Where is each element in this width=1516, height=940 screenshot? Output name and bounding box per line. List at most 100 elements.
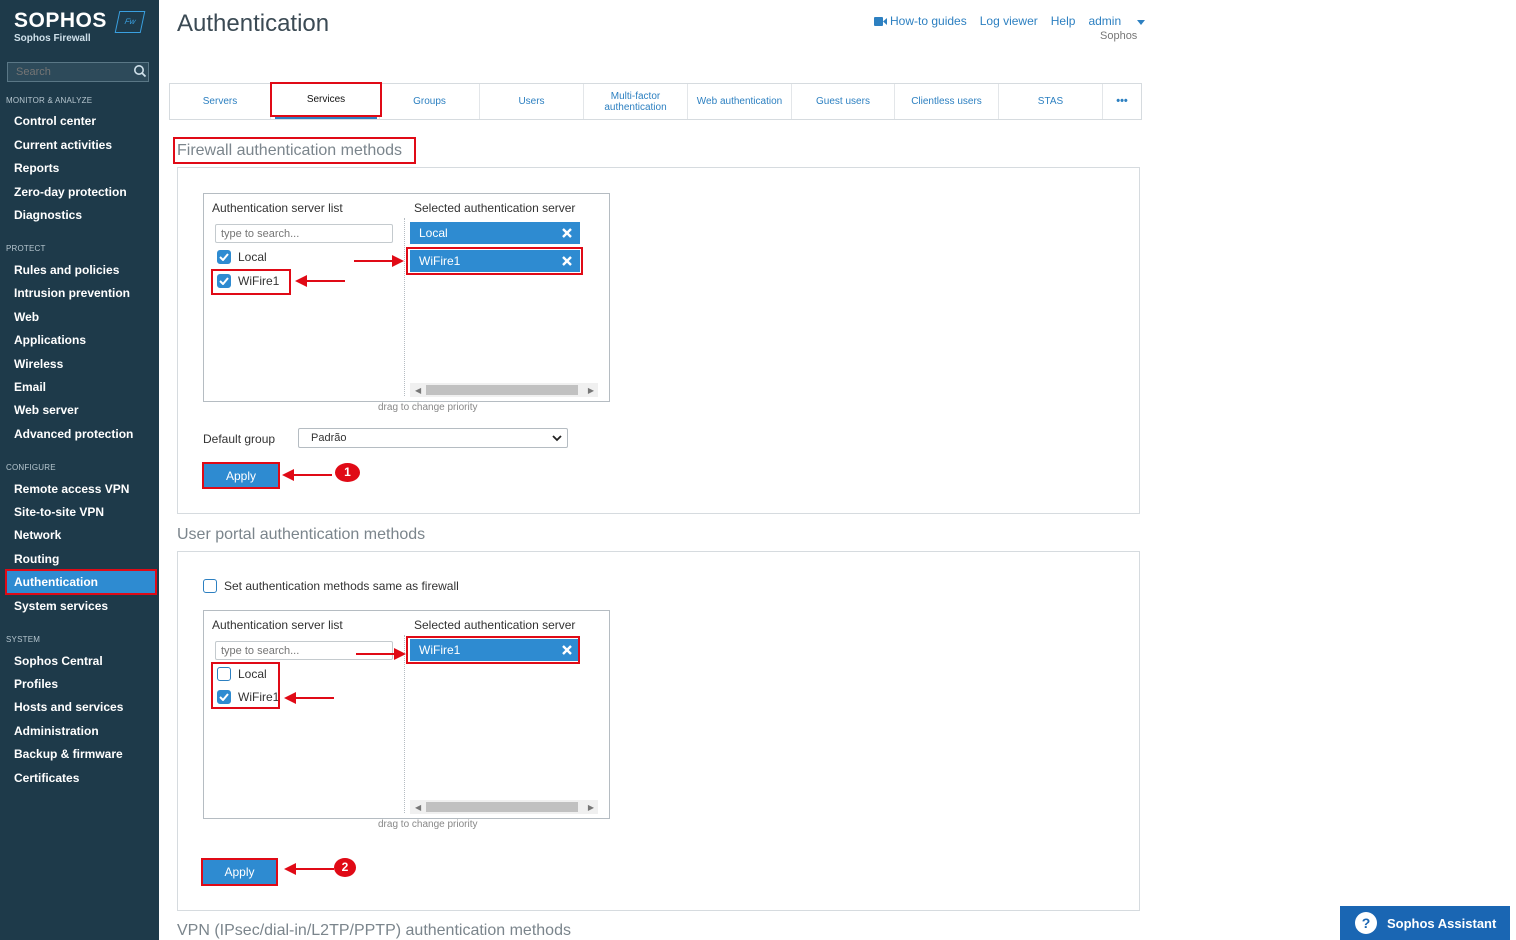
firewall-selected-wifire1-highlight bbox=[406, 247, 583, 275]
nav-item-remote-access-vpn[interactable]: Remote access VPN bbox=[14, 482, 129, 496]
nav-item-site-to-site-vpn[interactable]: Site-to-site VPN bbox=[14, 505, 104, 519]
annotation-arrow-right-icon bbox=[356, 648, 406, 660]
userportal-list-divider bbox=[404, 635, 405, 813]
default-group-label: Default group bbox=[203, 432, 276, 446]
firewall-server-local-label: Local bbox=[238, 250, 267, 264]
nav-section-system: SYSTEM bbox=[6, 635, 41, 644]
nav-item-wireless[interactable]: Wireless bbox=[14, 357, 63, 371]
firewall-wifire1-highlight bbox=[211, 269, 291, 295]
tab-more[interactable]: ••• bbox=[1103, 84, 1141, 119]
tab-stas[interactable]: STAS bbox=[999, 84, 1103, 119]
firewall-server-search-input[interactable] bbox=[215, 224, 393, 243]
scrollbar-thumb[interactable] bbox=[426, 802, 578, 812]
userportal-selected-title: Selected authentication server bbox=[414, 618, 576, 632]
userportal-servers-highlight bbox=[211, 662, 280, 709]
video-camera-icon bbox=[874, 17, 887, 26]
tab-servers[interactable]: Servers bbox=[170, 84, 271, 119]
nav-item-control-center[interactable]: Control center bbox=[14, 114, 96, 128]
nav-item-current-activities[interactable]: Current activities bbox=[14, 138, 112, 152]
nav-item-applications[interactable]: Applications bbox=[14, 333, 86, 347]
same-as-firewall-label: Set authentication methods same as firew… bbox=[224, 579, 459, 593]
nav-item-intrusion-prevention[interactable]: Intrusion prevention bbox=[14, 286, 130, 300]
tab-services-label[interactable]: Services bbox=[272, 84, 380, 115]
page-title: Authentication bbox=[177, 10, 330, 37]
nav-section-configure: CONFIGURE bbox=[6, 463, 56, 472]
firewall-server-list-title: Authentication server list bbox=[212, 201, 343, 215]
nav-item-rules-and-policies[interactable]: Rules and policies bbox=[14, 263, 119, 277]
fw-badge-icon: Fw bbox=[114, 11, 146, 33]
help-bubble-icon: ? bbox=[1355, 912, 1377, 934]
admin-menu-label: admin bbox=[1088, 14, 1122, 28]
userportal-selected-highlight bbox=[406, 636, 580, 664]
firewall-title-highlight bbox=[173, 137, 416, 164]
firewall-server-local[interactable]: Local bbox=[217, 250, 267, 264]
nav-item-email[interactable]: Email bbox=[14, 380, 46, 394]
nav-item-zero-day-protection[interactable]: Zero-day protection bbox=[14, 185, 127, 199]
admin-org: Sophos bbox=[1100, 30, 1138, 42]
annotation-arrow-right-icon bbox=[354, 255, 404, 267]
nav-item-sophos-central[interactable]: Sophos Central bbox=[14, 654, 103, 668]
brand-name: SOPHOS bbox=[14, 9, 107, 32]
admin-menu[interactable]: admin bbox=[1088, 14, 1146, 28]
scroll-left-icon[interactable]: ◀ bbox=[415, 386, 421, 395]
nav-item-network[interactable]: Network bbox=[14, 528, 61, 542]
scroll-right-icon[interactable]: ▶ bbox=[588, 386, 594, 395]
firewall-selected-local[interactable]: Local bbox=[410, 222, 580, 244]
userportal-horizontal-scrollbar[interactable]: ◀ ▶ bbox=[410, 800, 598, 814]
sophos-logo[interactable]: SOPHOS Sophos Firewall bbox=[14, 9, 107, 45]
scrollbar-thumb[interactable] bbox=[426, 385, 578, 395]
firewall-horizontal-scrollbar[interactable]: ◀ ▶ bbox=[410, 383, 598, 397]
nav-section-protect: PROTECT bbox=[6, 244, 46, 253]
tab-web-authentication[interactable]: Web authentication bbox=[688, 84, 792, 119]
firewall-drag-hint: drag to change priority bbox=[378, 402, 478, 413]
step-1-badge: 1 bbox=[335, 463, 360, 482]
chevron-down-icon bbox=[552, 435, 562, 442]
nav-item-profiles[interactable]: Profiles bbox=[14, 677, 58, 691]
nav-item-web-server[interactable]: Web server bbox=[14, 403, 78, 417]
nav-section-monitor: MONITOR & ANALYZE bbox=[6, 96, 93, 105]
vpn-section-title: VPN (IPsec/dial-in/L2TP/PPTP) authentica… bbox=[177, 922, 571, 939]
tab-groups[interactable]: Groups bbox=[380, 84, 480, 119]
chevron-down-icon bbox=[1137, 20, 1146, 25]
nav-item-advanced-protection[interactable]: Advanced protection bbox=[14, 427, 133, 441]
log-viewer-link[interactable]: Log viewer bbox=[980, 14, 1038, 28]
nav-item-diagnostics[interactable]: Diagnostics bbox=[14, 208, 82, 222]
product-name: Sophos Firewall bbox=[14, 33, 91, 44]
search-icon[interactable] bbox=[133, 64, 147, 78]
checkbox-checked-icon[interactable] bbox=[217, 250, 231, 264]
help-link[interactable]: Help bbox=[1051, 14, 1076, 28]
firewall-apply-button[interactable]: Apply bbox=[202, 462, 280, 489]
nav-item-authentication[interactable]: Authentication bbox=[14, 575, 98, 589]
firewall-list-divider bbox=[404, 218, 405, 396]
nav-item-administration[interactable]: Administration bbox=[14, 724, 99, 738]
userportal-server-list-title: Authentication server list bbox=[212, 618, 343, 632]
scroll-right-icon[interactable]: ▶ bbox=[588, 803, 594, 812]
tab-multi-factor-authentication[interactable]: Multi-factor authentication bbox=[584, 84, 688, 119]
nav-item-routing[interactable]: Routing bbox=[14, 552, 59, 566]
annotation-arrow-left-icon bbox=[282, 469, 332, 481]
sophos-assistant-label: Sophos Assistant bbox=[1387, 915, 1497, 931]
sophos-assistant-button[interactable]: ? Sophos Assistant bbox=[1340, 906, 1510, 940]
tab-clientless-users[interactable]: Clientless users bbox=[895, 84, 999, 119]
userportal-apply-button[interactable]: Apply bbox=[201, 858, 278, 886]
how-to-guides-link[interactable]: How-to guides bbox=[890, 14, 967, 28]
firewall-selected-local-label: Local bbox=[419, 226, 448, 240]
nav-item-reports[interactable]: Reports bbox=[14, 161, 59, 175]
nav-item-backup-firmware[interactable]: Backup & firmware bbox=[14, 747, 123, 761]
checkbox-unchecked-icon[interactable] bbox=[203, 579, 217, 593]
nav-item-hosts-and-services[interactable]: Hosts and services bbox=[14, 700, 123, 714]
tab-services-highlight: Services bbox=[270, 82, 382, 117]
nav-item-system-services[interactable]: System services bbox=[14, 599, 108, 613]
sidebar-search-input[interactable] bbox=[7, 62, 149, 82]
remove-icon[interactable] bbox=[561, 227, 573, 239]
tab-active-underline bbox=[275, 117, 377, 119]
scroll-left-icon[interactable]: ◀ bbox=[415, 803, 421, 812]
tab-users[interactable]: Users bbox=[480, 84, 584, 119]
nav-item-web[interactable]: Web bbox=[14, 310, 39, 324]
annotation-arrow-left-icon bbox=[284, 692, 334, 704]
nav-item-certificates[interactable]: Certificates bbox=[14, 771, 79, 785]
default-group-select[interactable]: Padrão bbox=[298, 428, 568, 448]
annotation-arrow-left-icon bbox=[284, 863, 334, 875]
tab-guest-users[interactable]: Guest users bbox=[792, 84, 895, 119]
same-as-firewall-checkbox[interactable]: Set authentication methods same as firew… bbox=[203, 579, 459, 593]
